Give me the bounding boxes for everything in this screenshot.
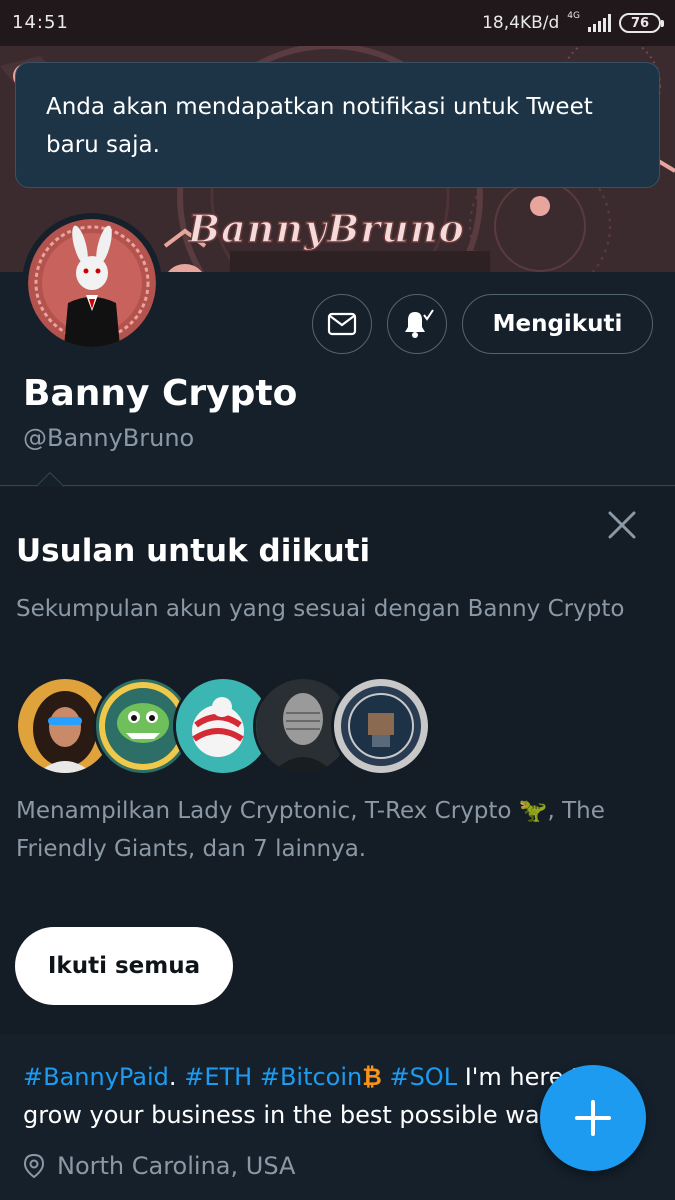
bell-check-icon (405, 309, 434, 338)
battery-icon: 76 (619, 13, 664, 33)
location-pin-icon (23, 1153, 45, 1179)
profile-handle: @BannyBruno (23, 424, 195, 452)
following-button[interactable]: Mengikuti (462, 294, 653, 354)
notifications-button[interactable] (387, 294, 447, 354)
suggestions-title: Usulan untuk diikuti (16, 533, 371, 569)
message-button[interactable] (312, 294, 372, 354)
profile-avatar[interactable] (22, 213, 162, 353)
signal-icon (588, 14, 611, 32)
status-bar: 14:51 18,4KB/d 4G 76 (0, 0, 675, 46)
suggested-avatar (331, 676, 431, 776)
status-indicators: 18,4KB/d 4G 76 (482, 10, 664, 36)
hashtag-link[interactable]: #ETH (184, 1063, 252, 1091)
net-speed: 18,4KB/d (482, 13, 560, 33)
compose-tweet-button[interactable] (540, 1065, 646, 1171)
hashtag-link[interactable]: #BannyPaid (23, 1063, 169, 1091)
mail-icon (327, 312, 357, 336)
banner-logo-text: BannyBruno (187, 205, 465, 252)
follow-all-button[interactable]: Ikuti semua (15, 927, 233, 1005)
battery-level: 76 (630, 15, 650, 31)
close-icon[interactable] (604, 507, 640, 543)
status-time: 14:51 (12, 12, 69, 33)
profile-location: North Carolina, USA (23, 1152, 295, 1180)
bitcoin-icon: ₿ (362, 1063, 382, 1091)
suggestions-subtitle: Sekumpulan akun yang sesuai dengan Banny… (16, 596, 625, 622)
network-type: 4G (567, 11, 580, 21)
hashtag-link[interactable]: #SOL (389, 1063, 457, 1091)
notification-toast: Anda akan mendapatkan notifikasi untuk T… (15, 62, 660, 188)
suggested-avatars[interactable] (15, 676, 435, 778)
suggestions-showing: Menampilkan Lady Cryptonic, T-Rex Crypto… (16, 798, 605, 862)
hashtag-link[interactable]: #Bitcoin (260, 1063, 362, 1091)
display-name: Banny Crypto (23, 373, 298, 414)
location-text: North Carolina, USA (57, 1152, 296, 1180)
plus-icon (575, 1100, 611, 1136)
avatar-image (28, 219, 156, 347)
